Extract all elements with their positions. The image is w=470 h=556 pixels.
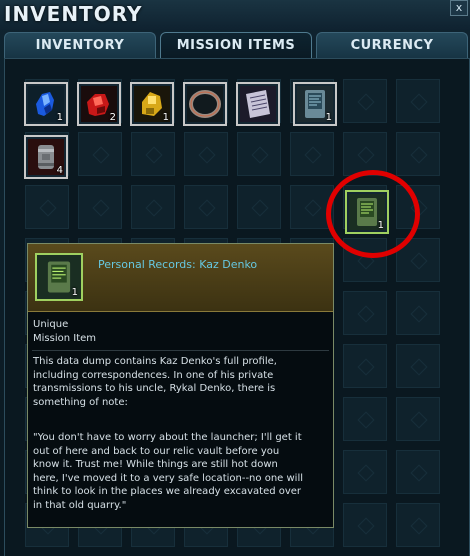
highlight-circle bbox=[326, 170, 420, 258]
tooltip-header: 1 Personal Records: Kaz Denko bbox=[28, 244, 333, 312]
item-slot-red-crystal[interactable]: 2 bbox=[77, 82, 121, 126]
empty-slot[interactable] bbox=[396, 450, 440, 494]
tooltip-tag-unique: Unique bbox=[33, 319, 69, 330]
tab-currency[interactable]: CURRENCY bbox=[316, 32, 468, 58]
inventory-window: INVENTORY x INVENTORY MISSION ITEMS CURR… bbox=[0, 0, 470, 556]
empty-slot[interactable] bbox=[78, 185, 122, 229]
item-slot-metal-ring[interactable] bbox=[183, 82, 227, 126]
item-slot-canister[interactable]: 4 bbox=[24, 135, 68, 179]
empty-slot[interactable] bbox=[396, 291, 440, 335]
empty-slot[interactable] bbox=[78, 132, 122, 176]
empty-slot[interactable] bbox=[396, 503, 440, 547]
tooltip-tag-mission-item: Mission Item bbox=[33, 333, 97, 344]
item-slot-blue-crystal[interactable]: 1 bbox=[24, 82, 68, 126]
item-count: 1 bbox=[162, 112, 169, 123]
ring-icon bbox=[187, 86, 223, 122]
empty-slot[interactable] bbox=[343, 503, 387, 547]
empty-slot[interactable] bbox=[396, 397, 440, 441]
empty-slot[interactable] bbox=[396, 132, 440, 176]
tooltip-divider bbox=[32, 350, 329, 351]
empty-slot[interactable] bbox=[343, 132, 387, 176]
item-slot-yellow-crystal[interactable]: 1 bbox=[130, 82, 174, 126]
tooltip-item-count: 1 bbox=[71, 287, 78, 298]
empty-slot[interactable] bbox=[184, 132, 228, 176]
item-slot-purple-document[interactable] bbox=[236, 82, 280, 126]
empty-slot[interactable] bbox=[343, 291, 387, 335]
empty-slot[interactable] bbox=[343, 79, 387, 123]
empty-slot[interactable] bbox=[396, 79, 440, 123]
empty-slot[interactable] bbox=[237, 185, 281, 229]
item-count: 2 bbox=[109, 112, 116, 123]
item-tooltip: 1 Personal Records: Kaz Denko Unique Mis… bbox=[27, 243, 334, 528]
close-button[interactable]: x bbox=[450, 0, 468, 16]
empty-slot[interactable] bbox=[343, 397, 387, 441]
tab-inventory[interactable]: INVENTORY bbox=[4, 32, 156, 58]
empty-slot[interactable] bbox=[131, 185, 175, 229]
tab-bar: INVENTORY MISSION ITEMS CURRENCY bbox=[0, 32, 470, 58]
document-icon bbox=[240, 86, 276, 122]
empty-slot[interactable] bbox=[237, 132, 281, 176]
empty-slot[interactable] bbox=[343, 344, 387, 388]
tooltip-item-name: Personal Records: Kaz Denko bbox=[98, 258, 258, 271]
empty-slot[interactable] bbox=[343, 450, 387, 494]
empty-slot[interactable] bbox=[184, 185, 228, 229]
empty-slot[interactable] bbox=[131, 132, 175, 176]
tooltip-quote: "You don't have to worry about the launc… bbox=[33, 432, 303, 511]
item-slot-datapad[interactable]: 1 bbox=[293, 82, 337, 126]
item-count: 4 bbox=[56, 165, 63, 176]
empty-slot[interactable] bbox=[290, 132, 334, 176]
tooltip-item-icon: 1 bbox=[35, 253, 83, 301]
empty-slot[interactable] bbox=[25, 185, 69, 229]
empty-slot[interactable] bbox=[396, 344, 440, 388]
tooltip-description: This data dump contains Kaz Denko's full… bbox=[33, 356, 277, 408]
title-bar[interactable]: INVENTORY x bbox=[0, 0, 470, 30]
item-count: 1 bbox=[56, 112, 63, 123]
tab-mission-items[interactable]: MISSION ITEMS bbox=[160, 32, 312, 58]
window-title: INVENTORY bbox=[4, 2, 143, 26]
item-count: 1 bbox=[325, 112, 332, 123]
